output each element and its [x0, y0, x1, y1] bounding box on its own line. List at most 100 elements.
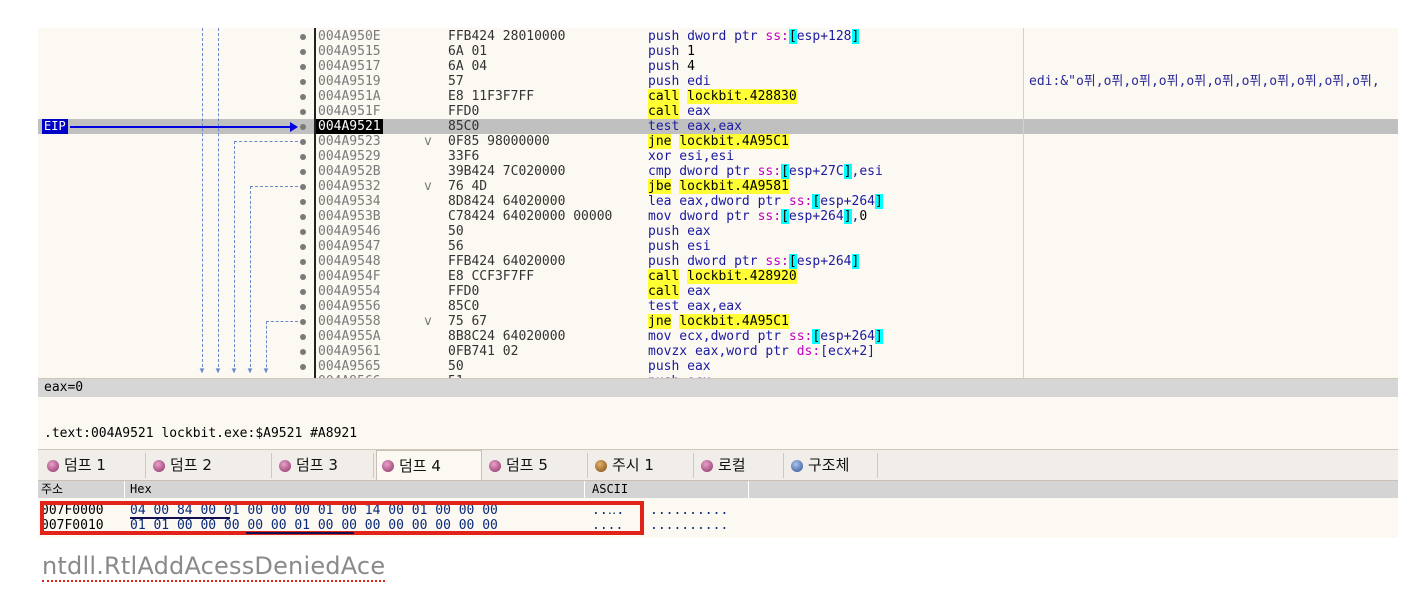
breakpoint-dot-icon[interactable]	[300, 124, 306, 130]
disassembly-row[interactable]: 004A9515 6A 01 push 1	[38, 44, 1398, 59]
tab-label: 덤프 4	[399, 457, 441, 475]
instruction-text: jbe lockbit.4A9581	[648, 179, 789, 194]
instruction-text: call eax	[648, 284, 711, 299]
locals-icon	[701, 460, 713, 472]
breakpoint-dot-icon[interactable]	[300, 334, 306, 340]
instruction-text: call lockbit.428830	[648, 89, 797, 104]
breakpoint-dot-icon[interactable]	[300, 94, 306, 100]
instruction-bytes: 75 67	[448, 314, 488, 329]
disassembly-row[interactable]: 004A951F FFD0 call eax	[38, 104, 1398, 119]
breakpoint-dot-icon[interactable]	[300, 244, 306, 250]
breakpoint-dot-icon[interactable]	[300, 364, 306, 370]
breakpoint-dot-icon[interactable]	[300, 274, 306, 280]
instruction-bytes: E8 CCF3F7FF	[448, 269, 535, 284]
jump-direction-icon: v	[424, 134, 432, 149]
instruction-address: 004A953B	[318, 209, 381, 224]
instruction-bytes: 39B424 7C020000	[448, 164, 566, 179]
disassembly-row[interactable]: 004A9556 85C0 test eax,eax	[38, 299, 1398, 314]
jump-direction-icon: v	[424, 314, 432, 329]
instruction-bytes: FFB424 64020000	[448, 254, 566, 269]
breakpoint-dot-icon[interactable]	[300, 184, 306, 190]
disassembly-row[interactable]: 004A9546 50 push eax	[38, 224, 1398, 239]
disassembly-row[interactable]: 004A9534 8D8424 64020000 lea eax,dword ptr…	[38, 194, 1398, 209]
instruction-bytes: 50	[448, 359, 464, 374]
tab-4[interactable]: 덤프 4	[376, 450, 482, 480]
tab-label: 주시 1	[612, 456, 654, 474]
tab-1[interactable]: 덤프 1	[42, 453, 146, 478]
breakpoint-dot-icon[interactable]	[300, 229, 306, 235]
breakpoint-dot-icon[interactable]	[300, 169, 306, 175]
instruction-bytes: FFD0	[448, 284, 480, 299]
instruction-address: 004A9547	[318, 239, 381, 254]
instruction-bytes: 6A 01	[448, 44, 488, 59]
instruction-bytes: 85C0	[448, 119, 480, 134]
breakpoint-dot-icon[interactable]	[300, 64, 306, 70]
disassembly-row[interactable]: 004A952B 39B424 7C020000 cmp dword ptr ss:…	[38, 164, 1398, 179]
breakpoint-dot-icon[interactable]	[300, 319, 306, 325]
breakpoint-dot-icon[interactable]	[300, 214, 306, 220]
breakpoint-dot-icon[interactable]	[300, 34, 306, 40]
memory-dump[interactable]: 주소 Hex ASCII 007F0000 04 00 84 00 01 00 0…	[38, 481, 1398, 538]
instruction-text: push dword ptr ss:[esp+128]	[648, 29, 860, 44]
instruction-address: 004A9558	[318, 314, 381, 329]
tab-2[interactable]: 덤프 2	[148, 453, 272, 478]
jump-line	[234, 141, 235, 372]
instruction-address: 004A9532	[318, 179, 381, 194]
breakpoint-dot-icon[interactable]	[300, 289, 306, 295]
instruction-bytes: 8D8424 64020000	[448, 194, 566, 209]
breakpoint-dot-icon[interactable]	[300, 49, 306, 55]
breakpoint-dot-icon[interactable]	[300, 109, 306, 115]
tab-8[interactable]: 구조체	[786, 453, 878, 478]
instruction-address: 004A9523	[318, 134, 381, 149]
tab-3[interactable]: 덤프 3	[274, 453, 374, 478]
instruction-bytes: 57	[448, 74, 464, 89]
gutter-separator	[314, 28, 316, 378]
disassembly-row[interactable]: 004A9565 50 push eax	[38, 359, 1398, 374]
tab-6[interactable]: 주시 1	[590, 453, 694, 478]
disassembly-row[interactable]: 004A954F E8 CCF3F7FF call lockbit.428920	[38, 269, 1398, 284]
disassembly-row[interactable]: 004A9561 0FB741 02 movzx eax,word ptr ds:[…	[38, 344, 1398, 359]
disassembly-row[interactable]: 004A9517 6A 04 push 4	[38, 59, 1398, 74]
breakpoint-dot-icon[interactable]	[300, 199, 306, 205]
dump-icon	[489, 460, 501, 472]
jump-line	[250, 186, 298, 187]
ascii-column-header[interactable]: ASCII	[592, 481, 628, 498]
disassembly-row[interactable]: 004A9558 v 75 67 jne lockbit.4A95C1	[38, 314, 1398, 329]
hex-column-header[interactable]: Hex	[130, 481, 152, 498]
disassembly-row[interactable]: 004A9554 FFD0 call eax	[38, 284, 1398, 299]
tab-label: 구조체	[808, 456, 850, 474]
breakpoint-dot-icon[interactable]	[300, 154, 306, 160]
disassembly-row[interactable]: 004A950E FFB424 28010000 push dword ptr ss…	[38, 29, 1398, 44]
instruction-text: movzx eax,word ptr ds:[ecx+2]	[648, 344, 875, 359]
comment-column-divider	[1023, 28, 1024, 378]
tab-7[interactable]: 로컬	[696, 453, 784, 478]
breakpoint-dot-icon[interactable]	[300, 259, 306, 265]
disassembly-row[interactable]: 004A9519 57 push edi edi:&"o퓌,o퓌,o퓌,o퓌,o퓌,o…	[38, 74, 1398, 89]
disassembly-view[interactable]: 004A950E FFB424 28010000 push dword ptr ss…	[38, 28, 1398, 378]
disassembly-row[interactable]: 004A953B C78424 64020000 00000 mov dword p…	[38, 209, 1398, 224]
breakpoint-dot-icon[interactable]	[300, 139, 306, 145]
disassembly-row[interactable]: 004A9529 33F6 xor esi,esi	[38, 149, 1398, 164]
address-column-header[interactable]: 주소	[41, 481, 63, 498]
disassembly-row[interactable]: 004A9548 FFB424 64020000 push dword ptr ss…	[38, 254, 1398, 269]
instruction-bytes: 76 4D	[448, 179, 488, 194]
disassembly-row[interactable]: 004A951A E8 11F3F7FF call lockbit.428830	[38, 89, 1398, 104]
dump-icon	[382, 460, 394, 472]
disassembly-row[interactable]: 004A9547 56 push esi	[38, 239, 1398, 254]
breakpoint-dot-icon[interactable]	[300, 349, 306, 355]
disassembly-row[interactable]: 004A955A 8B8C24 64020000 mov ecx,dword ptr…	[38, 329, 1398, 344]
instruction-bytes: 85C0	[448, 299, 480, 314]
jump-line	[202, 28, 203, 372]
tab-5[interactable]: 덤프 5	[484, 453, 588, 478]
eip-arrow-icon	[70, 126, 294, 128]
instruction-text: push 1	[648, 44, 695, 59]
disassembly-row[interactable]: 004A9521 85C0 test eax,eax EIP	[38, 119, 1398, 134]
instruction-address: 004A954F	[318, 269, 381, 284]
breakpoint-dot-icon[interactable]	[300, 304, 306, 310]
instruction-bytes: 56	[448, 239, 464, 254]
instruction-text: push dword ptr ss:[esp+264]	[648, 254, 860, 269]
disassembly-row[interactable]: 004A9532 v 76 4D jbe lockbit.4A9581	[38, 179, 1398, 194]
instruction-bytes: C78424 64020000 00000	[448, 209, 613, 224]
breakpoint-dot-icon[interactable]	[300, 79, 306, 85]
instruction-address: 004A950E	[318, 29, 381, 44]
